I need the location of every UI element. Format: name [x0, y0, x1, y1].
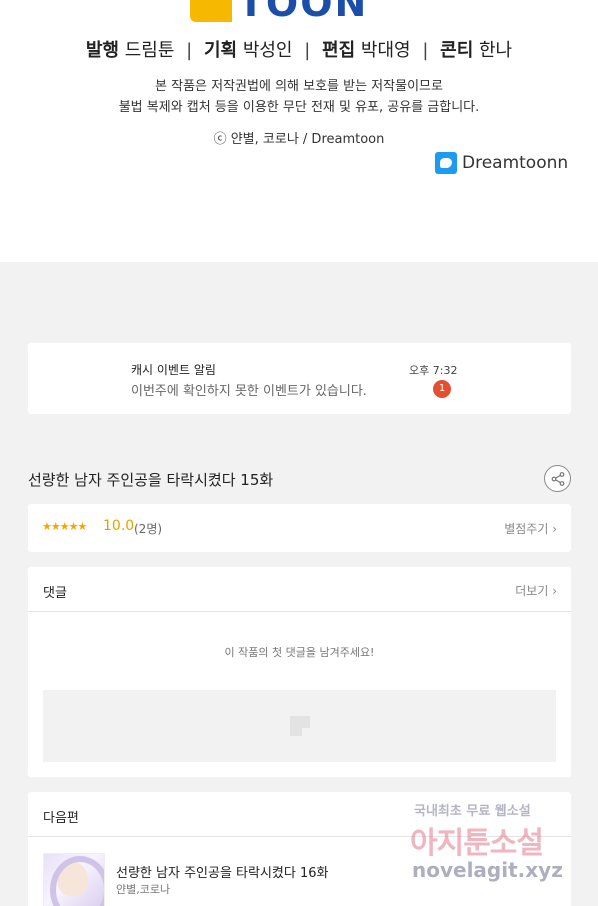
rating-stars-icon: ★★★★★: [42, 520, 87, 533]
comments-header: 댓글 더보기 ›: [28, 567, 571, 612]
publish-label: 발행: [85, 40, 119, 61]
conti-label: 콘티: [440, 40, 474, 61]
logo-text: TOON: [238, 0, 369, 25]
next-episode-title[interactable]: 선량한 남자 주인공을 타락시켰다 16화: [116, 862, 328, 881]
episode-title: 선량한 남자 주인공을 타락시켰다 15화: [28, 471, 274, 489]
conti-value: 한나: [479, 40, 513, 61]
notification-title: 캐시 이벤트 알림: [131, 363, 216, 377]
next-episode-thumbnail[interactable]: [43, 853, 105, 906]
edit-value: 박대영: [360, 40, 411, 61]
publish-value: 드림툰: [124, 40, 175, 61]
separator: |: [186, 40, 193, 61]
comments-card: 댓글 더보기 › 이 작품의 첫 댓글을 남겨주세요!: [28, 567, 571, 777]
copyright-notice: 본 작품은 저작권법에 의해 보호를 받는 저작물이므로 불법 복제와 캡처 등…: [0, 76, 598, 118]
comments-empty-text: 이 작품의 첫 댓글을 남겨주세요!: [224, 646, 375, 659]
twitter-link[interactable]: Dreamtoonn: [435, 152, 568, 174]
notification-badge: 1: [433, 380, 451, 398]
notification-message: 이번주에 확인하지 못한 이벤트가 있습니다.: [131, 384, 367, 399]
rating-count: (2명): [134, 522, 163, 536]
twitter-handle: Dreamtoonn: [462, 153, 569, 173]
notification-time: 오후 7:32: [409, 364, 458, 377]
share-button[interactable]: [544, 465, 571, 492]
rate-button[interactable]: 별점주기 ›: [504, 520, 557, 537]
next-episode-heading: 다음편: [43, 811, 79, 826]
next-episode-card: 다음편 선량한 남자 주인공을 타락시켰다 16화 얀별,코로나: [28, 792, 571, 906]
rating-card: ★★★★★ 10.0 (2명) 별점주기 ›: [28, 504, 571, 552]
copyright-text: ⓒ 얀별, 코로나 / Dreamtoon: [213, 132, 385, 147]
comments-title: 댓글: [43, 586, 67, 601]
separator: |: [304, 40, 311, 61]
staff-credits: 발행 드림툰 | 기획 박성인 | 편집 박대영 | 콘티 한나: [0, 36, 598, 62]
ktoon-logo: TOON: [190, 0, 368, 22]
twitter-icon: [435, 152, 457, 174]
notification-card[interactable]: 캐시 이벤트 알림 이번주에 확인하지 못한 이벤트가 있습니다. 오후 7:3…: [28, 343, 571, 414]
rating-score: 10.0: [103, 518, 135, 534]
separator: |: [422, 40, 429, 61]
next-episode-header: 다음편: [28, 792, 571, 837]
notice-line-2: 불법 복제와 캡처 등을 이용한 무단 전재 및 유포, 공유를 금합니다.: [118, 100, 480, 115]
comment-input-box[interactable]: [43, 690, 556, 762]
comment-placeholder-icon: [290, 716, 310, 736]
share-icon: [551, 472, 565, 486]
credits-section: TOON 발행 드림툰 | 기획 박성인 | 편집 박대영 | 콘티 한나 본 …: [0, 0, 598, 262]
next-episode-author: 얀별,코로나: [116, 883, 171, 896]
comments-more-link[interactable]: 더보기 ›: [515, 582, 557, 599]
notice-line-1: 본 작품은 저작권법에 의해 보호를 받는 저작물이므로: [155, 79, 443, 94]
plan-value: 박성인: [242, 40, 293, 61]
plan-label: 기획: [203, 40, 238, 61]
logo-mark: [190, 0, 232, 22]
edit-label: 편집: [322, 40, 356, 61]
